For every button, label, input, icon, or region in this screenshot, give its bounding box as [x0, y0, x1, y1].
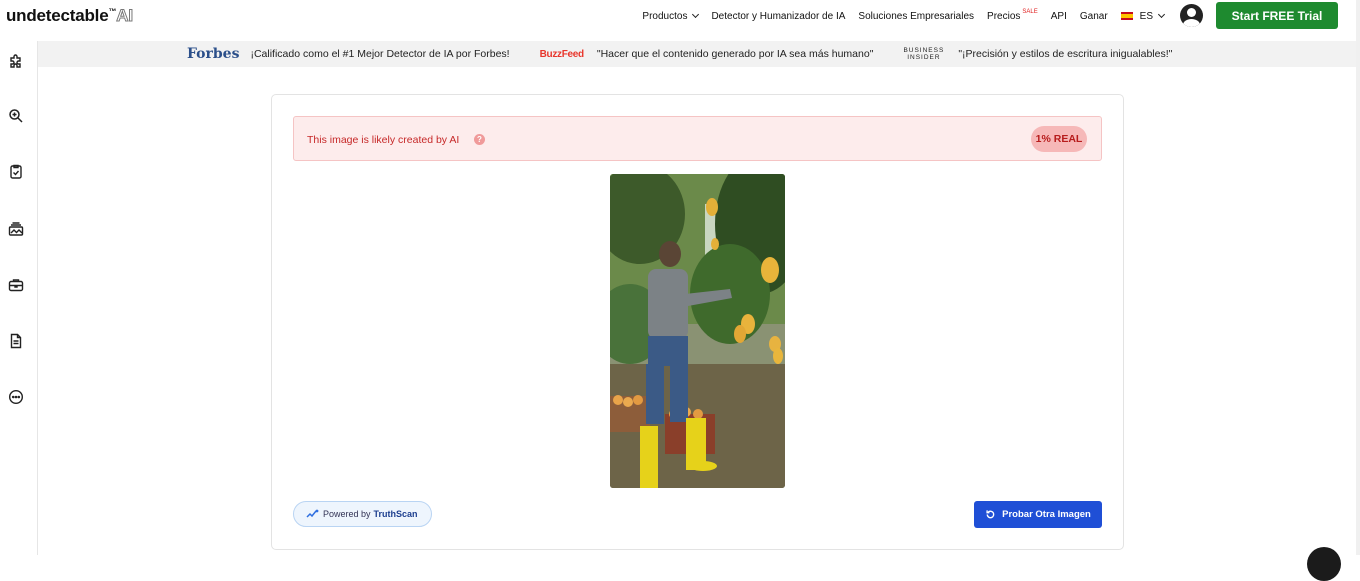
logo-ai: AI: [116, 6, 134, 26]
nav-ganar[interactable]: Ganar: [1080, 11, 1108, 22]
briefcase-icon[interactable]: [8, 277, 24, 293]
image-stack-icon[interactable]: [8, 221, 24, 237]
nav-detector-label: Detector y Humanizador de IA: [711, 10, 846, 22]
nav-soluciones[interactable]: Soluciones Empresariales: [858, 11, 974, 22]
real-percentage-badge: 1% REAL: [1031, 126, 1087, 152]
press-banner: Forbes ¡Calificado como el #1 Mejor Dete…: [38, 41, 1356, 67]
sparkle-icon: [306, 509, 319, 518]
forbes-logo: Forbes: [187, 46, 240, 62]
buzzfeed-logo: BuzzFeed: [539, 48, 585, 60]
chevron-down-icon: [692, 10, 700, 19]
result-message: This image is likely created by AI: [307, 134, 460, 146]
retry-button-label: Probar Otra Imagen: [1002, 509, 1091, 520]
bi-logo-line1: BUSINESS: [903, 47, 945, 54]
result-card: This image is likely created by AI ? 1% …: [271, 94, 1124, 550]
left-sidebar: [0, 41, 38, 555]
powered-brand: TruthScan: [373, 509, 418, 519]
logo-trademark: ™: [108, 7, 117, 16]
more-icon[interactable]: [8, 389, 24, 405]
puzzle-icon[interactable]: [8, 53, 24, 69]
top-navbar: undetectable™AI Productos Detector y Hum…: [0, 0, 1360, 32]
main-nav: Productos Detector y Humanizador de IA S…: [629, 0, 1166, 32]
bi-logo-line2: INSIDER: [907, 54, 941, 61]
nav-productos[interactable]: Productos: [642, 10, 700, 22]
help-icon[interactable]: ?: [474, 134, 485, 145]
page-scrollbar[interactable]: [1356, 0, 1360, 555]
nav-soluciones-label: Soluciones Empresariales: [858, 10, 975, 22]
chat-widget-icon[interactable]: [1307, 547, 1341, 581]
refresh-icon: [986, 510, 995, 519]
language-label: ES: [1139, 10, 1153, 22]
powered-by-truthscan-badge[interactable]: Powered by TruthScan: [293, 501, 432, 527]
search-zoom-icon[interactable]: [8, 108, 24, 124]
nav-api-label: API: [1050, 10, 1067, 22]
logo-text: undetectable: [6, 6, 109, 25]
ai-result-alert: This image is likely created by AI ? 1% …: [293, 116, 1102, 161]
business-insider-logo: BUSINESS INSIDER: [903, 47, 944, 61]
document-icon[interactable]: [8, 333, 24, 349]
user-avatar-icon[interactable]: [1180, 4, 1203, 27]
buzzfeed-quote: "Hacer que el contenido generado por IA …: [596, 48, 874, 60]
powered-prefix: Powered by: [323, 509, 371, 519]
forbes-quote: ¡Calificado como el #1 Mejor Detector de…: [250, 48, 510, 60]
analyzed-image: [610, 174, 785, 488]
sale-badge: SALE: [1022, 9, 1038, 15]
language-selector[interactable]: ES: [1120, 10, 1166, 22]
nav-precios[interactable]: Precios SALE: [987, 9, 1038, 22]
checklist-icon[interactable]: [8, 164, 24, 180]
business-insider-quote: "¡Precisión y estilos de escritura inigu…: [958, 48, 1173, 60]
nav-detector[interactable]: Detector y Humanizador de IA: [711, 11, 845, 22]
nav-api[interactable]: API: [1051, 11, 1067, 22]
try-another-image-button[interactable]: Probar Otra Imagen: [974, 501, 1102, 528]
nav-precios-label: Precios: [987, 10, 1021, 22]
logo[interactable]: undetectable™AI: [6, 6, 134, 26]
spain-flag-icon: [1120, 12, 1133, 20]
nav-ganar-label: Ganar: [1079, 10, 1108, 22]
nav-productos-label: Productos: [642, 10, 688, 22]
chevron-down-icon: [1157, 10, 1166, 19]
start-free-trial-button[interactable]: Start FREE Trial: [1216, 2, 1338, 29]
